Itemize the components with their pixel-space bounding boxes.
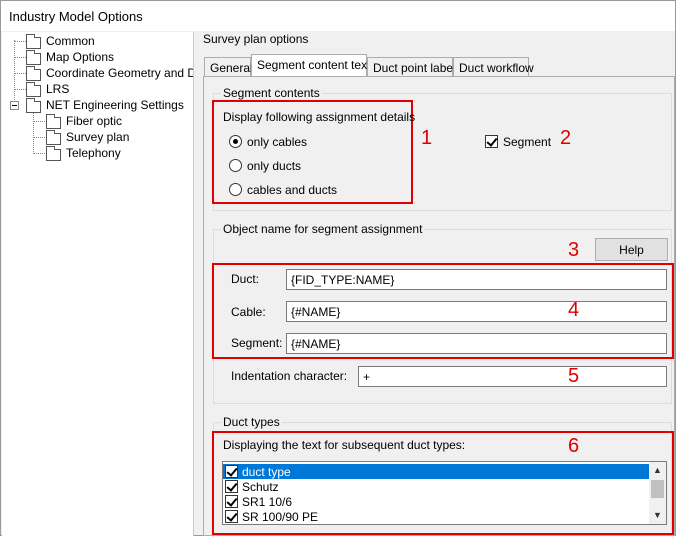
radio-only-cables[interactable]: only cables bbox=[229, 134, 379, 152]
tree-connector bbox=[14, 89, 26, 90]
callout-number-4: 4 bbox=[568, 299, 580, 321]
tree-item-label: Coordinate Geometry and Dime bbox=[46, 66, 193, 80]
tree-connector bbox=[14, 73, 26, 74]
input-value: {#NAME} bbox=[291, 305, 341, 319]
tree-item-label: Fiber optic bbox=[66, 114, 123, 128]
tree-connector bbox=[33, 137, 45, 138]
folder-icon bbox=[26, 34, 41, 49]
list-item[interactable]: duct type bbox=[223, 464, 649, 479]
indentation-input[interactable]: + bbox=[358, 366, 667, 387]
tab-duct-workflow[interactable]: Duct workflow bbox=[453, 57, 534, 78]
scroll-up-icon[interactable]: ▲ bbox=[653, 465, 662, 475]
tree-item-label: Telephony bbox=[66, 146, 121, 160]
tree-connector bbox=[14, 40, 15, 104]
tab-label: Duct workflow bbox=[459, 61, 534, 75]
callout-number-2: 2 bbox=[560, 127, 572, 149]
list-item[interactable]: SR 100/90 PE bbox=[223, 509, 649, 524]
tree-connector bbox=[33, 112, 34, 154]
input-value: + bbox=[363, 370, 371, 384]
duct-types-list[interactable]: duct type Schutz SR1 10/6 SR 100/90 PE ▲… bbox=[222, 461, 667, 525]
radio-only-ducts[interactable]: only ducts bbox=[229, 158, 379, 176]
tree-item-label: Common bbox=[46, 34, 95, 48]
folder-icon bbox=[46, 146, 61, 161]
tree-item-label: Map Options bbox=[46, 50, 115, 64]
callout-number-6: 6 bbox=[568, 435, 580, 457]
tree-connector bbox=[33, 121, 45, 122]
folder-icon bbox=[46, 114, 61, 129]
radio-indicator bbox=[229, 183, 242, 196]
help-button[interactable]: Help bbox=[595, 238, 668, 261]
checkbox-indicator[interactable] bbox=[225, 480, 238, 493]
tree-item-label: Survey plan bbox=[66, 130, 130, 144]
panel-title: Survey plan options bbox=[203, 32, 309, 46]
folder-icon bbox=[26, 82, 41, 97]
segment-checkbox[interactable]: Segment bbox=[485, 134, 555, 150]
radio-label: only cables bbox=[247, 135, 308, 149]
folder-icon bbox=[26, 98, 41, 113]
duct-name-input[interactable]: {FID_TYPE:NAME} bbox=[286, 269, 667, 290]
list-item-label: Schutz bbox=[242, 480, 279, 494]
checkbox-label: Segment bbox=[503, 135, 552, 149]
indentation-label: Indentation character: bbox=[231, 369, 348, 383]
list-item-label: duct type bbox=[242, 465, 291, 479]
tab-label: Duct point label bbox=[373, 61, 456, 75]
options-window: Industry Model Options Common Map Option… bbox=[0, 0, 676, 536]
tree-connector bbox=[14, 57, 26, 58]
duct-types-list-label: Displaying the text for subsequent duct … bbox=[223, 438, 466, 452]
tab-general[interactable]: General bbox=[204, 57, 253, 78]
input-value: {FID_TYPE:NAME} bbox=[291, 273, 395, 287]
input-value: {#NAME} bbox=[291, 337, 341, 351]
list-item[interactable]: SR1 10/6 bbox=[223, 494, 649, 509]
tab-segment-content-text[interactable]: Segment content text bbox=[251, 54, 371, 77]
collapse-icon[interactable] bbox=[10, 101, 19, 110]
duct-types-label: Duct types bbox=[221, 415, 282, 429]
callout-number-5: 5 bbox=[568, 365, 580, 387]
tree-item-label: LRS bbox=[46, 82, 70, 96]
assignment-details-label: Display following assignment details bbox=[223, 110, 416, 124]
list-item-label: SR 100/90 PE bbox=[242, 510, 319, 524]
scroll-thumb[interactable] bbox=[651, 480, 664, 498]
object-name-label: Object name for segment assignment bbox=[221, 222, 425, 236]
callout-number-3: 3 bbox=[568, 239, 580, 261]
radio-label: cables and ducts bbox=[247, 183, 338, 197]
radio-indicator bbox=[229, 135, 242, 148]
cable-label: Cable: bbox=[231, 305, 266, 319]
duct-label: Duct: bbox=[231, 272, 260, 286]
help-button-label: Help bbox=[619, 243, 644, 257]
list-scrollbar[interactable]: ▲ ▼ bbox=[649, 462, 666, 524]
folder-icon bbox=[26, 50, 41, 65]
options-tree[interactable]: Common Map Options Coordinate Geometry a… bbox=[2, 32, 194, 536]
callout-number-1: 1 bbox=[421, 127, 433, 149]
segment-contents-label: Segment contents bbox=[221, 86, 322, 100]
window-title: Industry Model Options bbox=[9, 9, 143, 24]
tab-label: Segment content text bbox=[257, 58, 371, 72]
checkbox-indicator[interactable] bbox=[225, 465, 238, 478]
checkbox-indicator[interactable] bbox=[225, 510, 238, 523]
list-item-label: SR1 10/6 bbox=[242, 495, 293, 509]
tree-connector bbox=[14, 41, 26, 42]
radio-label: only ducts bbox=[247, 159, 302, 173]
scroll-down-icon[interactable]: ▼ bbox=[653, 510, 662, 520]
checkbox-indicator[interactable] bbox=[225, 495, 238, 508]
tree-connector bbox=[33, 153, 45, 154]
folder-icon bbox=[46, 130, 61, 145]
radio-indicator bbox=[229, 159, 242, 172]
tab-label: General bbox=[210, 61, 253, 75]
radio-cables-and-ducts[interactable]: cables and ducts bbox=[229, 182, 379, 200]
checkbox-indicator bbox=[485, 135, 498, 148]
tab-duct-point-label[interactable]: Duct point label bbox=[367, 57, 456, 78]
segment-name-input[interactable]: {#NAME} bbox=[286, 333, 667, 354]
segment-label: Segment: bbox=[231, 336, 283, 350]
list-item[interactable]: Schutz bbox=[223, 479, 649, 494]
folder-icon bbox=[26, 66, 41, 81]
cable-name-input[interactable]: {#NAME} bbox=[286, 301, 667, 322]
title-bar: Industry Model Options bbox=[1, 1, 675, 31]
tree-item-label: NET Engineering Settings bbox=[46, 98, 184, 112]
